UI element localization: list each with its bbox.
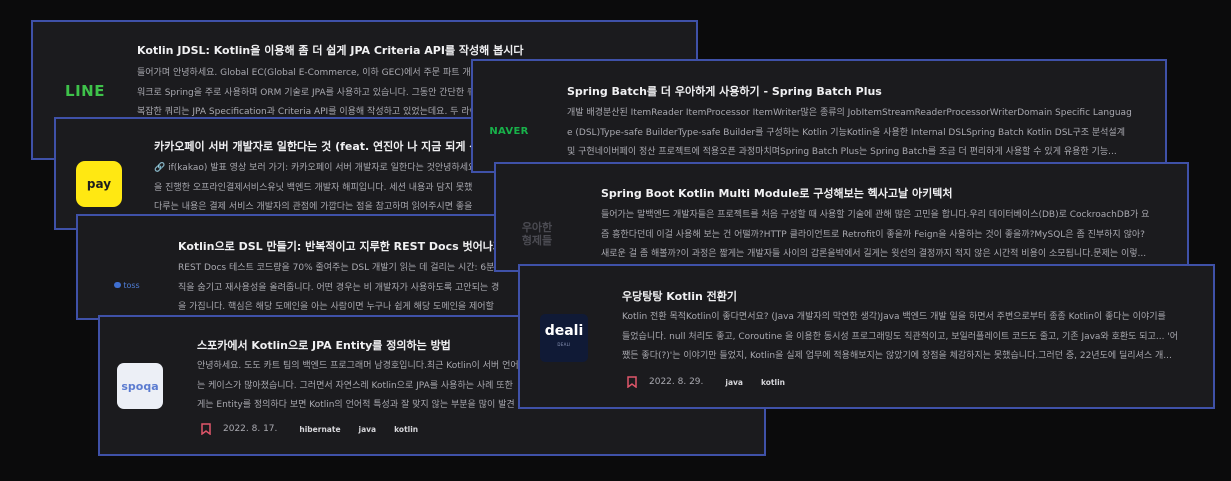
article-description: 들어가는 말백엔드 개발자들은 프로젝트를 처음 구성할 때 사용할 기술에 관…: [601, 206, 1179, 265]
description-line: 들어가는 말백엔드 개발자들은 프로젝트를 처음 구성할 때 사용할 기술에 관…: [601, 210, 1150, 220]
article-date: 2022. 8. 29.: [649, 377, 704, 387]
description-line: 및 구현네이버페이 정산 프로젝트에 적용오픈 과정마치며Spring Batc…: [567, 147, 1117, 157]
deali-logo-text: deali: [544, 323, 584, 339]
description-line: 즘 흥한다던데 이걸 사용해 보는 건 어떨까?HTTP 클라이언트로 Retr…: [601, 229, 1145, 240]
article-description: 개발 배경분산된 ItemReader ItemProcessor ItemWr…: [567, 104, 1157, 163]
toss-logo-text: toss: [123, 280, 140, 290]
toss-icon: [114, 282, 122, 288]
article-meta: 2022. 8. 17. hibernate java kotlin: [201, 423, 436, 435]
line-logo-text: LINE: [65, 82, 105, 100]
line-logo: LINE: [55, 74, 115, 108]
article-card-spring-batch-plus[interactable]: NAVER Spring Batch를 더 우아하게 사용하기 - Spring…: [471, 59, 1167, 173]
article-description: Kotlin 전환 목적Kotlin이 좋다면서요? (Java 개발자의 막연…: [622, 308, 1204, 367]
toss-logo: toss: [102, 276, 152, 294]
naver-logo-text: NAVER: [489, 125, 529, 137]
deali-logo: deali DEALI: [540, 314, 588, 362]
article-card-hexagonal-architecture[interactable]: 우아한 형제들 Spring Boot Kotlin Multi Module로…: [494, 162, 1189, 272]
woowa-brothers-logo: 우아한 형제들: [516, 214, 558, 254]
tag-kotlin[interactable]: kotlin: [394, 425, 418, 434]
naver-logo: NAVER: [483, 121, 535, 141]
woowa-logo-text: 우아한 형제들: [521, 221, 553, 247]
tag-hibernate[interactable]: hibernate: [299, 425, 340, 434]
description-line: 개발 배경분산된 ItemReader ItemProcessor ItemWr…: [567, 108, 1132, 118]
tag-java[interactable]: java: [725, 378, 743, 387]
bookmark-icon[interactable]: [201, 423, 211, 435]
tag-kotlin[interactable]: kotlin: [761, 378, 785, 387]
article-title[interactable]: Spring Batch를 더 우아하게 사용하기 - Spring Batch…: [567, 83, 1157, 99]
bookmark-icon[interactable]: [627, 376, 637, 388]
spoqa-logo-text: spoqa: [121, 379, 159, 393]
article-date: 2022. 8. 17.: [223, 424, 278, 434]
article-title[interactable]: 우당탕탕 Kotlin 전환기: [622, 288, 1202, 304]
kakaopay-logo: pay: [76, 161, 122, 207]
description-line: 쨌든 좋다(?)'는 이야기만 들었지, Kotlin을 실제 업무에 적용해보…: [622, 351, 1172, 361]
tag-java[interactable]: java: [359, 425, 377, 434]
description-line: Kotlin 전환 목적Kotlin이 좋다면서요? (Java 개발자의 막연…: [622, 312, 1166, 322]
article-meta: 2022. 8. 29. java kotlin: [627, 376, 803, 388]
article-card-kotlin-migration[interactable]: deali DEALI 우당탕탕 Kotlin 전환기 Kotlin 전환 목적…: [518, 264, 1215, 409]
deali-logo-subtext: DEALI: [557, 342, 571, 347]
description-line: 들었습니다. null 처리도 좋고, Coroutine 을 이용한 동시성 …: [622, 331, 1179, 342]
description-line: e (DSL)Type-safe BuilderType-safe Builde…: [567, 127, 1125, 138]
kakaopay-logo-text: pay: [86, 177, 112, 191]
article-title[interactable]: Kotlin JDSL: Kotlin을 이용해 좀 더 쉽게 JPA Crit…: [137, 42, 677, 58]
article-title[interactable]: Spring Boot Kotlin Multi Module로 구성해보는 헥…: [601, 185, 1176, 201]
description-line: 새로운 걸 좀 해볼까?이 과정은 짧게는 개발자들 사이의 갑론을박에서 길게…: [601, 249, 1147, 259]
spoqa-logo: spoqa: [117, 363, 163, 409]
